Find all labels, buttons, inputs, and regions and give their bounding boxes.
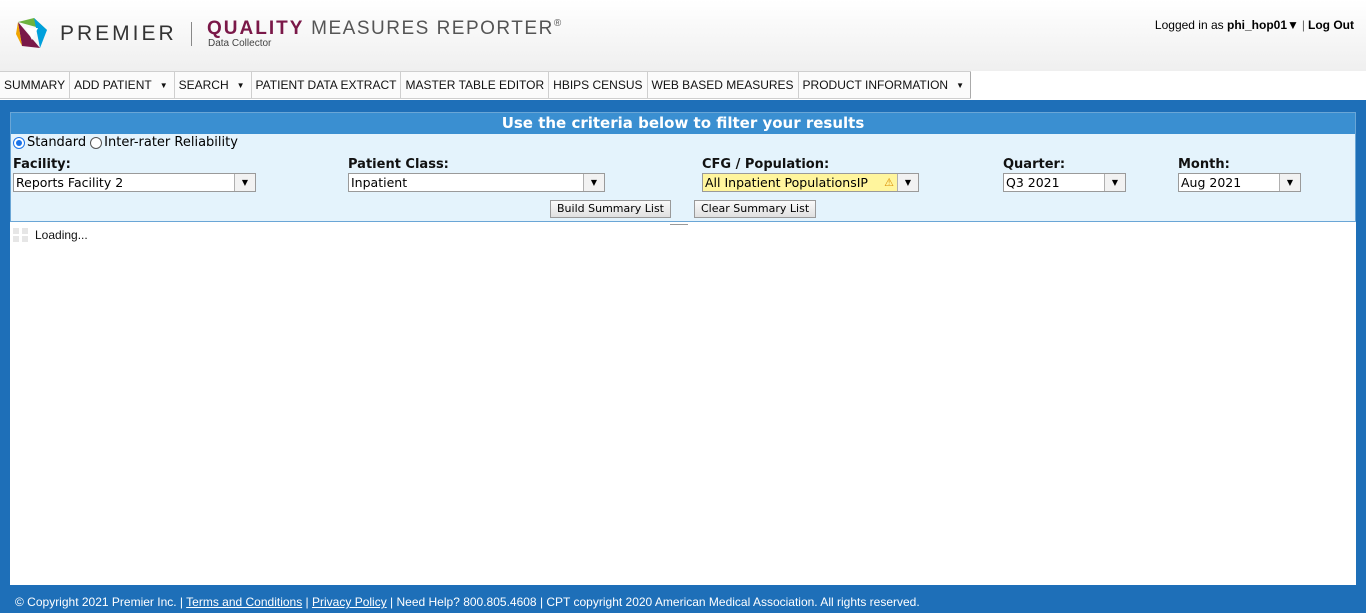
nav-label: HBIPS CENSUS — [553, 77, 643, 92]
facility-field: Facility: Reports Facility 2 ▼ — [13, 157, 256, 192]
nav-add-patient[interactable]: ADD PATIENT ▼ — [70, 72, 175, 98]
app-header: PREMIER QUALITY MEASURES REPORTER® Data … — [0, 0, 1366, 71]
chevron-down-icon[interactable]: ▼ — [897, 174, 918, 191]
quarter-value: Q3 2021 — [1006, 175, 1060, 190]
nav-summary[interactable]: SUMMARY — [0, 72, 71, 98]
product-title-rest: MEASURES REPORTER — [304, 18, 554, 39]
patient-class-select[interactable]: Inpatient ▼ — [348, 173, 605, 192]
header-divider — [191, 22, 192, 46]
terms-link[interactable]: Terms and Conditions — [186, 595, 302, 609]
radio-standard-label[interactable]: Standard — [27, 135, 86, 150]
brand-name: PREMIER — [60, 22, 177, 45]
caret-down-icon: ▼ — [236, 80, 245, 90]
nav-patient-data-extract[interactable]: PATIENT DATA EXTRACT — [252, 72, 402, 98]
quarter-field: Quarter: Q3 2021 ▼ — [1003, 157, 1126, 192]
logout-link[interactable]: Log Out — [1308, 18, 1354, 32]
filter-panel-title: Use the criteria below to filter your re… — [11, 113, 1355, 134]
main-nav: SUMMARY ADD PATIENT ▼ SEARCH ▼ PATIENT DAT… — [0, 71, 972, 99]
copyright-text: © Copyright 2021 Premier Inc. | — [15, 595, 187, 609]
nav-label: SEARCH — [178, 77, 229, 92]
cfg-population-select[interactable]: All Inpatient PopulationsIP ⚠ ▼ — [702, 173, 919, 192]
user-caret-icon: ▼ — [1287, 18, 1299, 32]
chevron-down-icon[interactable]: ▼ — [234, 174, 255, 191]
month-value: Aug 2021 — [1181, 175, 1242, 190]
privacy-link[interactable]: Privacy Policy — [312, 595, 387, 609]
logged-in-prefix: Logged in as — [1154, 18, 1227, 32]
nav-label: PRODUCT INFORMATION — [802, 77, 949, 92]
mode-radio-group: Standard Inter-rater Reliability — [13, 135, 242, 150]
product-title: QUALITY MEASURES REPORTER® — [207, 18, 563, 40]
loading-text: Loading... — [35, 228, 88, 242]
caret-down-icon: ▼ — [159, 80, 168, 90]
patient-class-label: Patient Class: — [348, 157, 449, 172]
nav-product-information[interactable]: PRODUCT INFORMATION ▼ — [799, 72, 972, 98]
nav-label: PATIENT DATA EXTRACT — [255, 77, 397, 92]
footer: © Copyright 2021 Premier Inc. | Terms an… — [0, 592, 1366, 613]
cfg-population-label: CFG / Population: — [702, 157, 830, 172]
nav-label: SUMMARY — [4, 77, 66, 92]
radio-inter-rater[interactable] — [90, 136, 103, 149]
chevron-down-icon[interactable]: ▼ — [1104, 174, 1125, 191]
header-separator: | — [1301, 18, 1306, 32]
month-select[interactable]: Aug 2021 ▼ — [1178, 173, 1301, 192]
build-summary-list-button[interactable]: Build Summary List — [550, 200, 671, 218]
product-subtitle: Data Collector — [208, 38, 272, 49]
warning-icon: ⚠ — [884, 174, 897, 191]
chevron-down-icon[interactable]: ▼ — [583, 174, 604, 191]
nav-label: MASTER TABLE EDITOR — [405, 77, 545, 92]
month-label: Month: — [1178, 157, 1230, 172]
caret-down-icon: ▼ — [956, 80, 965, 90]
nav-web-based-measures[interactable]: WEB BASED MEASURES — [648, 72, 799, 98]
facility-label: Facility: — [13, 157, 71, 172]
user-area: Logged in as phi_hop01▼ | Log Out — [1155, 18, 1354, 32]
registered-mark: ® — [553, 18, 563, 29]
nav-label: WEB BASED MEASURES — [651, 77, 794, 92]
facility-value: Reports Facility 2 — [16, 175, 124, 190]
patient-class-field: Patient Class: Inpatient ▼ — [348, 157, 605, 192]
loading-spinner-icon — [13, 228, 29, 242]
results-area: Loading... — [10, 222, 1356, 585]
username: phi_hop01 — [1226, 18, 1287, 32]
splitter-handle[interactable] — [670, 224, 688, 225]
nav-search[interactable]: SEARCH ▼ — [175, 72, 252, 98]
cfg-population-value: All Inpatient PopulationsIP — [703, 174, 885, 191]
chevron-down-icon[interactable]: ▼ — [1279, 174, 1300, 191]
radio-inter-rater-label[interactable]: Inter-rater Reliability — [104, 135, 238, 150]
help-text: | Need Help? 800.805.4608 | CPT copyrigh… — [386, 595, 920, 609]
quarter-select[interactable]: Q3 2021 ▼ — [1003, 173, 1126, 192]
facility-select[interactable]: Reports Facility 2 ▼ — [13, 173, 256, 192]
footer-separator: | — [302, 595, 313, 609]
nav-hbips-census[interactable]: HBIPS CENSUS — [549, 72, 648, 98]
nav-label: ADD PATIENT — [74, 77, 152, 92]
radio-standard[interactable] — [13, 136, 25, 149]
month-field: Month: Aug 2021 ▼ — [1178, 157, 1301, 192]
filter-panel: Use the criteria below to filter your re… — [10, 112, 1356, 222]
quarter-label: Quarter: — [1003, 157, 1066, 172]
nav-master-table-editor[interactable]: MASTER TABLE EDITOR — [401, 72, 550, 98]
user-menu[interactable]: phi_hop01▼ — [1227, 18, 1299, 32]
premier-logo-icon — [16, 18, 47, 48]
product-title-strong: QUALITY — [207, 18, 305, 39]
main-frame: Use the criteria below to filter your re… — [0, 100, 1366, 613]
patient-class-value: Inpatient — [351, 175, 408, 190]
cfg-population-field: CFG / Population: All Inpatient Populati… — [702, 157, 919, 192]
clear-summary-list-button[interactable]: Clear Summary List — [694, 200, 817, 218]
